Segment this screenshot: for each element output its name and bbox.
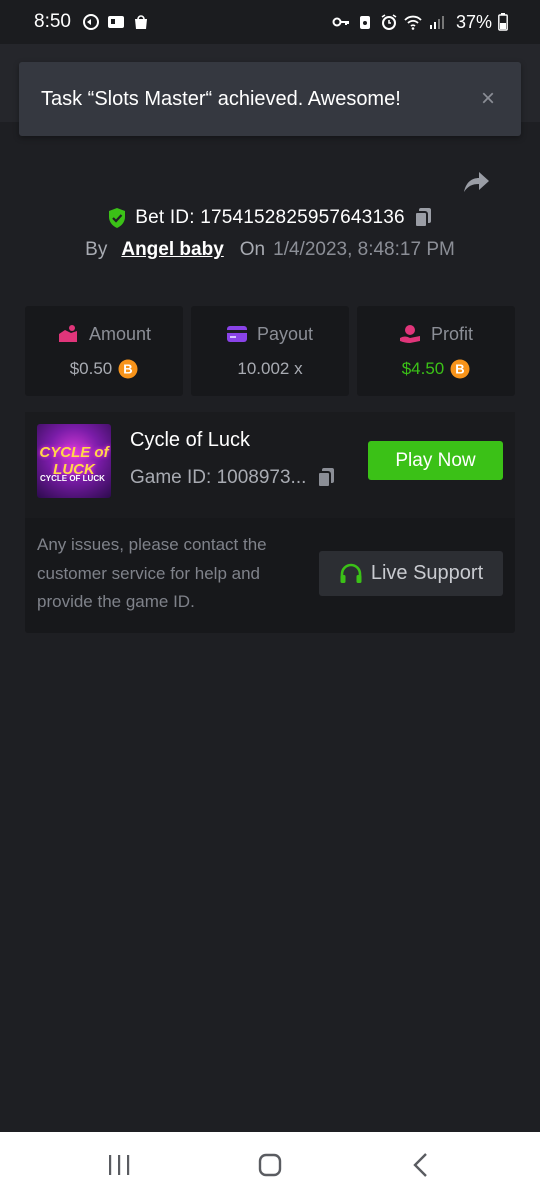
bitcoin-coin-icon: B — [450, 359, 470, 378]
game-id-row: Game ID: 1008973... — [130, 467, 336, 489]
stat-profit-head: Profit — [399, 324, 473, 345]
close-icon[interactable]: × — [481, 87, 495, 111]
sync-icon — [82, 14, 99, 30]
lock-notification-icon — [359, 16, 370, 29]
thumbnail-logo-text: CYCLE of LUCK — [39, 444, 109, 478]
recent-apps-icon[interactable] — [107, 1152, 131, 1178]
back-icon[interactable] — [410, 1152, 432, 1178]
bet-author-row: By Angel baby On 1/4/2023, 8:48:17 PM — [0, 236, 540, 264]
status-right: 37% — [332, 12, 508, 33]
live-support-label: Live Support — [370, 562, 484, 584]
app-icon — [107, 16, 124, 28]
amount-value: $0.50 — [69, 358, 113, 378]
stat-payout: Payout 10.002 x — [191, 306, 349, 396]
status-left: 8:50 — [34, 11, 150, 33]
game-header: CYCLE of LUCK CYCLE OF LUCK Cycle of Luc… — [25, 412, 515, 518]
stat-profit-label: Profit — [430, 323, 473, 344]
wifi-icon — [404, 15, 422, 30]
stat-amount-label: Amount — [88, 323, 152, 344]
share-icon[interactable] — [462, 168, 490, 194]
game-card: CYCLE of LUCK CYCLE OF LUCK Cycle of Luc… — [25, 412, 515, 633]
card-icon — [226, 326, 247, 342]
copy-icon[interactable] — [316, 467, 336, 489]
bet-stats: Amount $0.50 B Payout 10.002 x Profit $4… — [25, 306, 515, 396]
signal-icon — [429, 16, 444, 29]
profit-value: $4.50 — [401, 358, 445, 378]
key-icon — [332, 17, 349, 27]
stat-profit: Profit $4.50 B — [357, 306, 515, 396]
stat-amount: Amount $0.50 B — [25, 306, 183, 396]
game-thumbnail[interactable]: CYCLE of LUCK CYCLE OF LUCK — [37, 424, 111, 498]
status-bar: 8:50 37% — [0, 0, 540, 44]
system-nav-bar — [0, 1132, 540, 1200]
bet-id-text: Bet ID: 1754152825957643136 — [135, 207, 405, 228]
stat-payout-value: 10.002 x — [237, 359, 302, 379]
status-time: 8:50 — [34, 11, 71, 32]
alarm-icon — [381, 14, 397, 30]
shopping-bag-icon — [134, 15, 147, 29]
game-id-text: Game ID: 1008973... — [130, 467, 307, 488]
toast-message: Task “Slots Master“ achieved. Awesome! — [41, 87, 401, 110]
achievement-toast: Task “Slots Master“ achieved. Awesome! × — [19, 62, 521, 136]
shield-check-icon — [109, 208, 126, 228]
battery-icon — [498, 13, 508, 31]
username-link[interactable]: Angel baby — [121, 239, 223, 261]
payout-value: 10.002 x — [237, 358, 303, 378]
game-name: Cycle of Luck — [130, 429, 251, 451]
home-icon[interactable] — [257, 1152, 283, 1178]
amount-icon — [58, 325, 77, 342]
thumbnail-subtitle: CYCLE OF LUCK — [40, 474, 105, 483]
stat-payout-label: Payout — [256, 323, 314, 344]
copy-icon[interactable] — [413, 207, 433, 229]
by-label: By — [85, 239, 108, 260]
battery-percent: 37% — [455, 11, 492, 32]
live-support-button[interactable]: Live Support — [319, 551, 503, 596]
stat-profit-value: $4.50 B — [402, 359, 471, 379]
stat-amount-value: $0.50 B — [70, 359, 139, 379]
headset-icon — [340, 563, 362, 583]
profit-hand-icon — [399, 325, 420, 343]
bet-datetime: 1/4/2023, 8:48:17 PM — [273, 239, 455, 260]
bet-id-row: Bet ID: 1754152825957643136 — [0, 203, 540, 233]
support-hint-text: Any issues, please contact the customer … — [37, 535, 267, 611]
on-label: On — [239, 239, 266, 260]
stat-amount-head: Amount — [57, 324, 151, 345]
svg-text:B: B — [124, 361, 133, 376]
bitcoin-coin-icon: B — [118, 359, 138, 378]
svg-text:B: B — [456, 361, 465, 376]
stat-payout-head: Payout — [226, 323, 314, 345]
play-now-button[interactable]: Play Now — [368, 441, 503, 480]
